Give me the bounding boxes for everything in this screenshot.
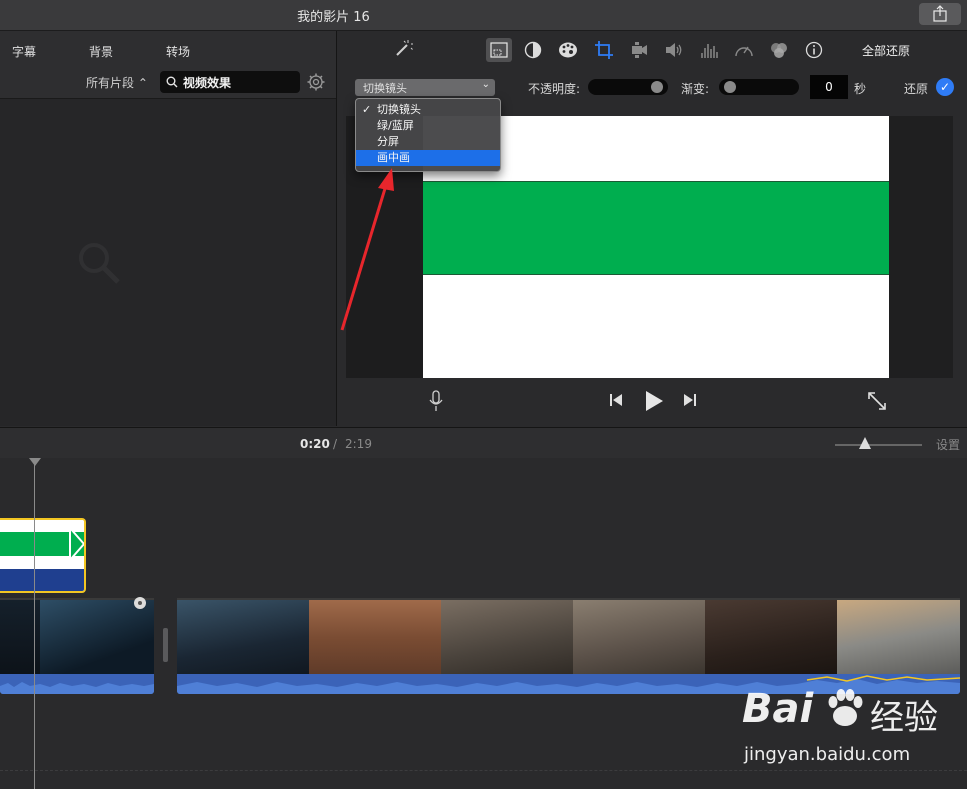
equalizer-icon[interactable] — [698, 39, 720, 61]
total-duration: 2:19 — [345, 437, 372, 451]
skip-back-icon[interactable] — [608, 392, 624, 408]
play-icon[interactable] — [643, 390, 665, 412]
clip-thumbnails — [0, 598, 154, 676]
clip-thumbnails — [177, 598, 960, 676]
empty-search-icon — [79, 243, 120, 284]
menu-item-cutaway[interactable]: ✓ 切换镜头 — [356, 102, 500, 118]
timeline-header: 0:20 / 2:19 设置 — [0, 427, 967, 459]
playhead-handle[interactable] — [29, 458, 41, 466]
color-palette-icon[interactable] — [557, 39, 579, 61]
opacity-label: 不透明度: — [528, 82, 581, 96]
tab-backgrounds[interactable]: 背景 — [89, 43, 113, 60]
preview-letterbox — [889, 116, 953, 378]
browser-tab-bar: 字幕 背景 转场 — [0, 31, 336, 67]
search-field[interactable]: 视频效果 — [160, 71, 300, 93]
opacity-slider-knob[interactable] — [650, 81, 663, 93]
current-time: 0:20 — [300, 437, 330, 451]
timeline-settings-button[interactable]: 设置 — [936, 436, 960, 453]
speed-icon[interactable] — [733, 39, 755, 61]
menu-item-split-screen[interactable]: 分屏 — [356, 134, 500, 150]
fade-duration-input[interactable]: 0 — [810, 75, 848, 99]
menu-item-label: 切换镜头 — [377, 103, 421, 116]
clip-filter-select[interactable]: 所有片段 ⌃ — [86, 74, 148, 91]
video-overlay-icon[interactable] — [486, 38, 512, 62]
fade-slider[interactable] — [719, 79, 799, 95]
reset-button[interactable]: 还原 — [904, 80, 928, 97]
watermark-url: jingyan.baidu.com — [744, 744, 911, 765]
info-icon[interactable] — [803, 39, 825, 61]
zoom-slider[interactable] — [835, 444, 922, 446]
fade-unit-label: 秒 — [854, 82, 867, 96]
crop-icon[interactable] — [593, 39, 615, 61]
menu-item-label: 分屏 — [377, 135, 399, 148]
stabilization-icon[interactable] — [628, 39, 650, 61]
skip-forward-icon[interactable] — [682, 392, 698, 408]
share-button[interactable] — [919, 3, 961, 25]
playhead[interactable] — [34, 458, 35, 789]
menu-item-green-blue-screen[interactable]: 绿/蓝屏 — [356, 118, 500, 134]
share-icon — [933, 5, 947, 22]
clip-marker-icon[interactable] — [133, 596, 147, 610]
baidu-watermark: Bai 经验 jingyan.baidu.com — [742, 676, 967, 776]
audio-waveform — [0, 674, 154, 694]
overlay-clip-thumbnail — [0, 520, 84, 591]
clip-filter-icon[interactable] — [768, 39, 790, 61]
tab-transitions[interactable]: 转场 — [166, 43, 190, 60]
reset-all-button[interactable]: 全部还原 — [862, 42, 910, 59]
fade-label: 渐变: — [681, 82, 710, 96]
checkmark-icon[interactable]: ✓ — [936, 78, 954, 96]
color-balance-icon[interactable] — [522, 39, 544, 61]
overlay-style-select[interactable]: 切换镜头 ⌄ — [355, 79, 495, 96]
menu-item-label: 绿/蓝屏 — [377, 119, 414, 132]
search-input[interactable]: 视频效果 — [183, 74, 231, 91]
zoom-slider-knob[interactable] — [859, 437, 872, 449]
microphone-icon[interactable] — [428, 390, 444, 412]
clip-gap-handle[interactable] — [163, 628, 168, 662]
opacity-slider[interactable] — [588, 79, 668, 95]
search-icon — [166, 76, 178, 88]
paw-logo-icon — [828, 689, 863, 726]
overlay-style-value: 切换镜头 — [363, 82, 407, 95]
gear-icon[interactable] — [307, 73, 325, 91]
fullscreen-icon[interactable] — [867, 391, 887, 411]
checkmark-icon: ✓ — [362, 103, 372, 116]
watermark-brand: Bai — [742, 686, 814, 732]
time-separator: / — [333, 437, 338, 451]
overlay-clip[interactable] — [0, 518, 86, 593]
window-title: 我的影片 16 — [297, 10, 370, 25]
magic-wand-icon[interactable] — [392, 37, 414, 59]
browser-filter-row: 所有片段 ⌃ 视频效果 — [0, 66, 336, 99]
video-clip[interactable] — [0, 596, 154, 694]
tab-titles[interactable]: 字幕 — [12, 43, 36, 60]
volume-icon[interactable] — [663, 39, 685, 61]
annotation-arrow — [340, 168, 394, 331]
chevron-down-icon: ⌄ — [481, 79, 490, 90]
watermark-brand-suffix: 经验 — [870, 698, 938, 738]
preview-green-band — [423, 181, 889, 275]
fade-slider-knob[interactable] — [724, 81, 737, 93]
